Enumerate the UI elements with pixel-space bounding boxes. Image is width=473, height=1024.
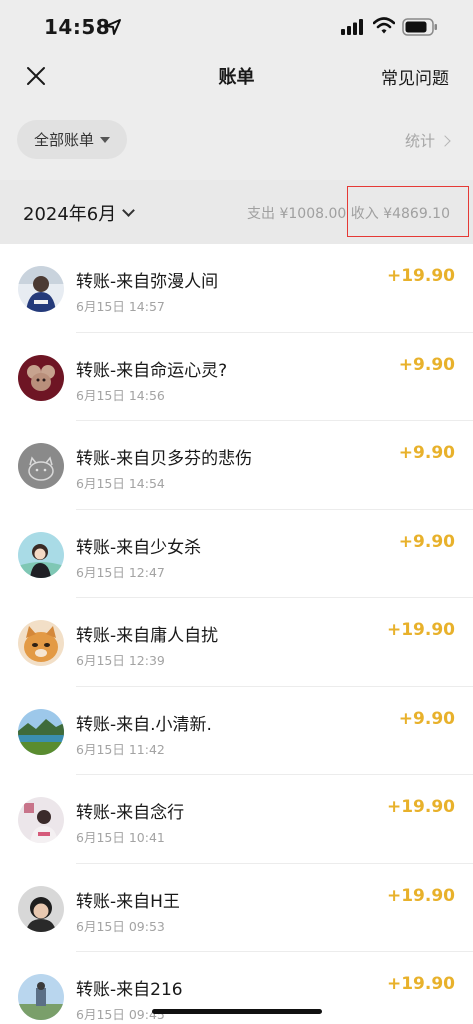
transaction-date: 6月15日 12:39	[76, 653, 165, 668]
transaction-amount: +19.90	[386, 266, 455, 286]
caret-down-icon	[100, 136, 110, 143]
battery-icon	[402, 18, 437, 36]
transaction-date: 6月15日 14:54	[76, 476, 165, 491]
stats-link[interactable]: 统计	[404, 130, 451, 151]
transaction-amount: +19.90	[386, 620, 455, 640]
location-arrow-icon	[105, 19, 121, 35]
status-bar: 14:58	[0, 0, 473, 56]
transaction-title: 转账-来自庸人自扰	[76, 626, 219, 646]
transaction-amount: +19.90	[386, 885, 455, 906]
avatar	[18, 443, 64, 489]
transaction-date: 6月15日 11:42	[76, 741, 165, 757]
avatar	[18, 620, 64, 666]
month-totals: 支出 ¥1008.00 收入 ¥4869.10	[247, 206, 450, 222]
transaction-date: 6月15日 09:45	[76, 1007, 165, 1022]
avatar	[18, 708, 64, 755]
avatar	[18, 797, 64, 843]
transaction-date: 6月15日 14:57	[76, 299, 165, 314]
transaction-date: 6月15日 12:47	[76, 564, 165, 580]
signal-icon	[341, 19, 363, 35]
transaction-date: 6月15日 14:56	[76, 387, 165, 403]
transaction-row[interactable]: 转账-来自H王 6月15日 09:53 +19.90	[0, 864, 473, 952]
close-icon[interactable]	[24, 64, 48, 88]
month-label: 2024年6月	[23, 204, 117, 225]
transaction-row[interactable]: 转账-来自庸人自扰 6月15日 12:39 +19.90	[0, 598, 473, 687]
transaction-amount: +9.90	[398, 354, 455, 375]
wifi-icon	[373, 17, 395, 34]
transaction-amount: +19.90	[386, 797, 455, 817]
home-indicator[interactable]	[152, 1009, 322, 1014]
transaction-title: 转账-来自贝多芬的悲伤	[76, 449, 253, 469]
transaction-title: 转账-来自念行	[76, 803, 185, 823]
transaction-amount: +9.90	[398, 443, 455, 463]
transaction-row[interactable]: 转账-来自.小清新. 6月15日 11:42 +9.90	[0, 687, 473, 775]
transaction-row[interactable]: 转账-来自念行 6月15日 10:41 +19.90	[0, 775, 473, 864]
chevron-down-icon	[122, 204, 136, 217]
transaction-row[interactable]: 转账-来自弥漫人间 6月15日 14:57 +19.90	[0, 244, 473, 333]
transaction-date: 6月15日 10:41	[76, 830, 165, 845]
avatar	[18, 885, 64, 932]
transaction-title: 转账-来自H王	[76, 891, 180, 912]
transaction-list: 转账-来自弥漫人间 6月15日 14:57 +19.90 转账-来自命运心灵? …	[0, 244, 473, 1024]
transaction-date: 6月15日 09:53	[76, 918, 165, 934]
chevron-right-icon	[439, 134, 451, 147]
transaction-title: 转账-来自216	[76, 980, 183, 1000]
transaction-amount: +19.90	[386, 974, 455, 994]
avatar	[18, 266, 64, 312]
avatar	[18, 531, 64, 578]
transaction-row[interactable]: 转账-来自命运心灵? 6月15日 14:56 +9.90	[0, 333, 473, 421]
transaction-row[interactable]: 转账-来自少女杀 6月15日 12:47 +9.90	[0, 510, 473, 598]
avatar	[18, 354, 64, 401]
stats-label: 统计	[404, 132, 435, 150]
faq-link[interactable]: 常见问题	[381, 64, 449, 89]
status-time: 14:58	[44, 15, 111, 39]
transaction-title: 转账-来自弥漫人间	[76, 272, 219, 292]
month-picker[interactable]: 2024年6月	[23, 200, 136, 226]
transaction-title: 转账-来自少女杀	[76, 537, 202, 558]
transaction-title: 转账-来自.小清新.	[76, 714, 212, 735]
avatar	[18, 974, 64, 1020]
transaction-row[interactable]: 转账-来自贝多芬的悲伤 6月15日 14:54 +9.90	[0, 421, 473, 510]
transaction-amount: +9.90	[398, 531, 455, 552]
transaction-amount: +9.90	[398, 708, 455, 729]
bill-filter-label: 全部账单	[33, 131, 94, 149]
bill-filter-dropdown[interactable]: 全部账单	[17, 120, 127, 159]
transaction-title: 转账-来自命运心灵?	[76, 360, 228, 381]
